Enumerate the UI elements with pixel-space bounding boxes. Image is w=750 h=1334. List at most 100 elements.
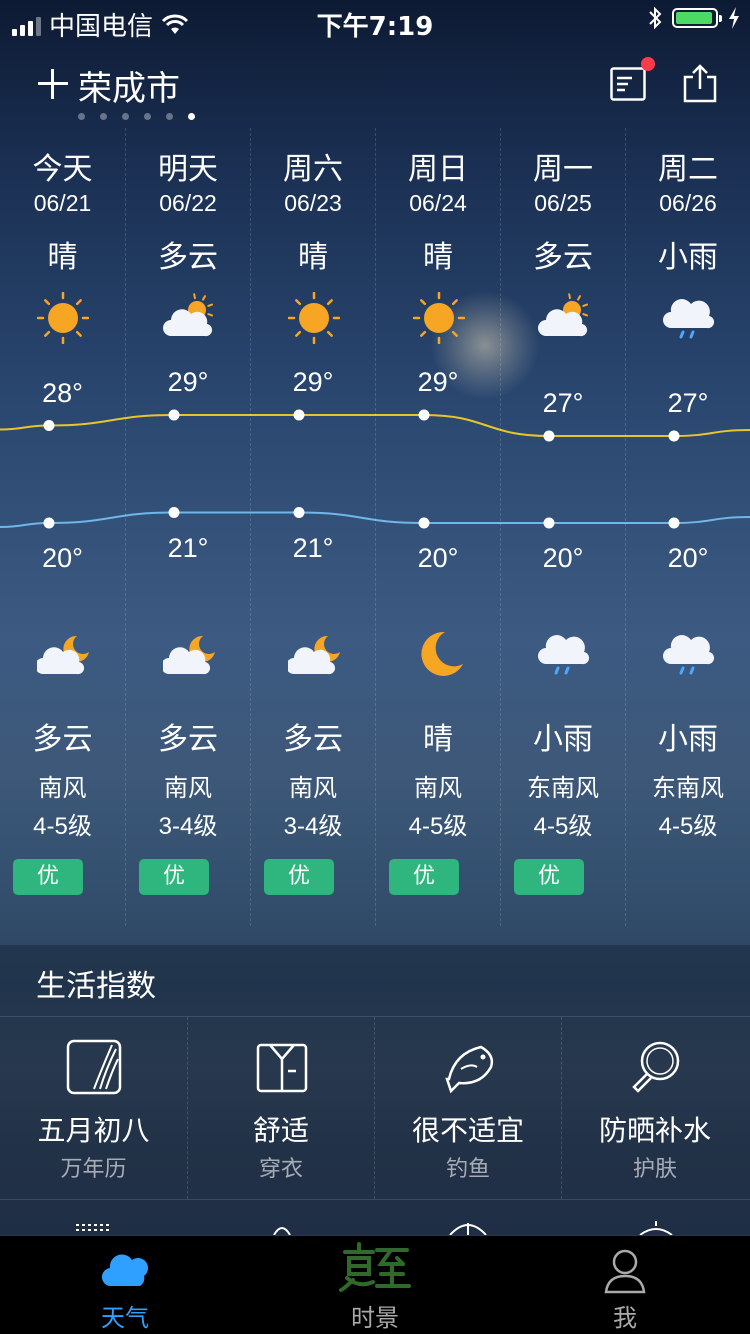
low-temp: 20° <box>667 543 709 573</box>
life-label: 护肤 <box>632 1157 677 1182</box>
rain-icon <box>663 299 715 339</box>
life-value: 五月初八 <box>37 1114 150 1147</box>
fish-icon <box>445 1045 494 1094</box>
add-city-icon[interactable] <box>38 69 68 99</box>
wind-level: 3-4级 <box>283 813 343 840</box>
aqi-badge[interactable]: 优 <box>389 859 459 895</box>
life-label: 万年历 <box>60 1157 127 1182</box>
day-label: 周日 <box>408 152 468 187</box>
day-condition: 晴 <box>298 240 328 275</box>
night-condition: 多云 <box>32 722 93 757</box>
wind-direction: 南风 <box>38 774 87 802</box>
page-dot-active <box>188 113 195 120</box>
day-condition: 晴 <box>47 240 78 275</box>
night-condition: 晴 <box>423 722 453 757</box>
page-dot <box>100 113 107 120</box>
forecast-day-column[interactable]: 周一 06/25 多云 27° 20° 小雨 东南风 4-5级优 <box>500 128 625 926</box>
day-label: 周六 <box>283 152 343 187</box>
low-temp: 20° <box>542 543 584 573</box>
cloudy-moon-icon <box>37 635 89 675</box>
notification-badge <box>641 57 655 71</box>
life-index-panel: 生活指数 五月初八 万年历 舒适 穿衣 很不适宜 钓鱼 防晒补水 护肤 <box>0 945 750 1235</box>
shirt-icon <box>256 1043 308 1093</box>
day-label: 今天 <box>32 152 93 187</box>
rain-icon <box>538 635 590 675</box>
wind-level: 4-5级 <box>408 813 468 840</box>
cloudy-sun-icon <box>163 293 214 337</box>
forecast-day-column[interactable]: 周二 06/26 小雨 27° 20° 小雨 东南风 4-5级 <box>625 128 750 926</box>
bluetooth-icon <box>649 6 662 30</box>
page-indicator <box>78 113 195 120</box>
aqi-badge[interactable]: 优 <box>264 859 334 895</box>
high-temp: 29° <box>167 367 209 397</box>
low-temp: 20° <box>417 543 459 573</box>
wind-direction: 东南风 <box>652 774 724 802</box>
rain-icon <box>663 635 715 675</box>
tab-weather[interactable]: 天气 <box>0 1236 250 1334</box>
cloudy-sun-icon <box>538 293 589 337</box>
person-icon <box>604 1249 646 1294</box>
cloudy-moon-icon <box>288 635 340 675</box>
clock: 下午7:19 <box>316 12 434 42</box>
life-value: 舒适 <box>252 1114 309 1147</box>
day-condition: 小雨 <box>658 240 718 275</box>
forecast-day-column[interactable]: 周日 06/24 晴 29° 20° 晴南风 4-5级优 <box>375 128 500 926</box>
forecast-day-column[interactable]: 周六 06/23 晴 29° 21° 多云 南风 3-4级优 <box>250 128 375 926</box>
date-label: 06/25 <box>534 190 592 216</box>
day-label: 明天 <box>158 152 218 187</box>
aqi-badge[interactable]: 优 <box>139 859 209 895</box>
moon-icon <box>421 631 463 676</box>
sun-icon <box>37 292 89 344</box>
calendar-icon-partial <box>76 1224 112 1231</box>
life-item-fishing[interactable]: 很不适宜 钓鱼 <box>374 1017 561 1199</box>
tab-scenery[interactable]: 时景 <box>250 1236 500 1334</box>
tab-me[interactable]: 我 <box>500 1236 750 1334</box>
news-icon[interactable] <box>610 67 646 101</box>
life-item-clothing[interactable]: 舒适 穿衣 <box>187 1017 374 1199</box>
date-label: 06/22 <box>159 190 217 216</box>
high-temp: 29° <box>292 367 334 397</box>
high-temp: 28° <box>42 377 83 408</box>
low-temp: 21° <box>167 532 209 563</box>
date-label: 06/23 <box>284 190 342 216</box>
night-condition: 小雨 <box>658 722 718 757</box>
life-value: 防晒补水 <box>598 1114 711 1147</box>
forecast-day-column[interactable]: 明天 06/22 多云 29° 21° 多云 南风 3-4级优 <box>125 128 250 926</box>
wind-level: 3-4级 <box>158 813 218 840</box>
sun-icon <box>413 292 465 344</box>
night-condition: 多云 <box>283 722 343 757</box>
tab-label: 时景 <box>351 1304 399 1332</box>
forecast-day-column[interactable]: 今天 06/21 晴 28° 20° 多云 南风 4-5级优 <box>0 128 125 926</box>
high-temp: 27° <box>542 388 584 418</box>
aqi-badge[interactable]: 优 <box>514 859 584 895</box>
page-dot <box>122 113 129 120</box>
xiazhi-logo <box>339 1242 411 1292</box>
life-value: 很不适宜 <box>411 1114 524 1147</box>
icon-partial <box>449 1223 487 1235</box>
wind-level: 4-5级 <box>533 813 593 840</box>
life-label: 钓鱼 <box>445 1157 490 1182</box>
wind-level: 4-5级 <box>33 813 92 840</box>
icon-partial <box>639 1221 673 1235</box>
wind-direction: 南风 <box>164 774 212 802</box>
life-index-title: 生活指数 <box>36 969 156 1004</box>
life-item-almanac[interactable]: 五月初八 万年历 <box>0 1017 187 1199</box>
battery-icon <box>672 8 722 28</box>
wind-direction: 东南风 <box>527 774 599 802</box>
share-icon[interactable] <box>682 63 718 103</box>
life-item-skincare[interactable]: 防晒补水 护肤 <box>561 1017 748 1199</box>
divider <box>0 1199 750 1200</box>
page-dot <box>78 113 85 120</box>
icon-partial <box>273 1227 291 1235</box>
cloud-icon <box>101 1254 148 1287</box>
wind-level: 4-5级 <box>658 813 718 840</box>
night-condition: 小雨 <box>533 722 593 757</box>
page-dot <box>144 113 151 120</box>
tab-bar: 天气 时景 我 <box>0 1236 750 1334</box>
tab-label: 我 <box>613 1304 637 1332</box>
date-label: 06/26 <box>659 190 717 216</box>
aqi-badge[interactable]: 优 <box>13 859 83 895</box>
sun-icon <box>288 292 340 344</box>
day-condition: 多云 <box>158 240 218 275</box>
city-name[interactable]: 荣成市 <box>78 61 180 110</box>
